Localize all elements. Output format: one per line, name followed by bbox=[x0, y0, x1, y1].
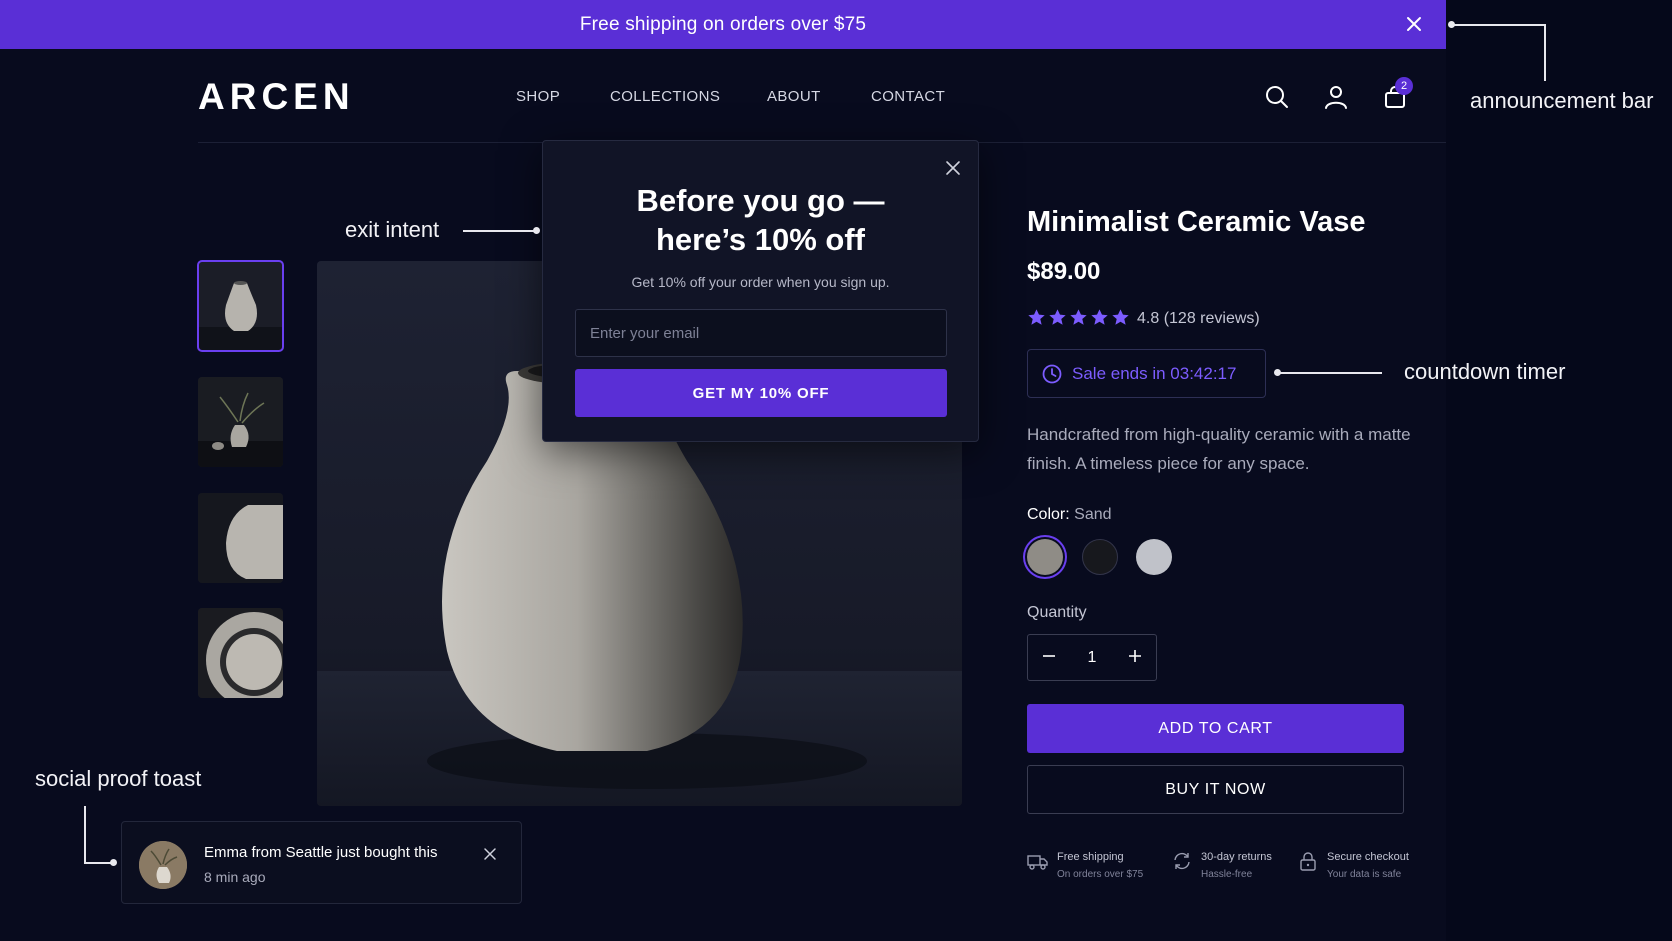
social-proof-toast: Emma from Seattle just bought this 8 min… bbox=[121, 821, 522, 904]
refresh-icon bbox=[1174, 852, 1190, 870]
product-description: Handcrafted from high-quality ceramic wi… bbox=[1027, 425, 1411, 473]
feature-title: 30-day returns bbox=[1201, 851, 1272, 863]
toast-time: 8 min ago bbox=[204, 869, 266, 885]
color-value: Sand bbox=[1074, 506, 1112, 523]
quantity-value[interactable]: 1 bbox=[1088, 649, 1097, 667]
close-icon[interactable] bbox=[482, 846, 498, 862]
rating-text[interactable]: 4.8 (128 reviews) bbox=[1137, 310, 1260, 328]
close-icon[interactable] bbox=[1404, 14, 1424, 34]
annotation-line bbox=[84, 806, 86, 864]
color-label: Color: Sand bbox=[1027, 506, 1112, 524]
product-price: $89.00 bbox=[1027, 258, 1101, 285]
color-label-key: Color: bbox=[1027, 506, 1070, 523]
exit-intent-popup: Before you go — here’s 10% off Get 10% o… bbox=[542, 140, 979, 442]
plus-icon bbox=[1129, 650, 1141, 662]
star-icon bbox=[1112, 309, 1129, 325]
star-icon bbox=[1049, 309, 1066, 325]
popup-title-line-1: Before you go — bbox=[636, 183, 885, 218]
get-discount-button[interactable]: GET MY 10% OFF bbox=[575, 369, 947, 417]
feature-subtitle: Hassle-free bbox=[1201, 869, 1253, 880]
vase-closeup-thumbnail-image bbox=[198, 493, 283, 583]
clock-icon bbox=[1042, 364, 1062, 383]
truck-icon bbox=[1027, 855, 1048, 870]
annotation-label: announcement bar bbox=[1470, 88, 1654, 113]
avatar bbox=[139, 841, 187, 889]
product-title: Minimalist Ceramic Vase bbox=[1027, 206, 1366, 238]
swatch-light-gray[interactable] bbox=[1136, 539, 1172, 575]
annotation-line bbox=[1452, 24, 1546, 26]
feature-subtitle: On orders over $75 bbox=[1057, 869, 1144, 880]
annotation-label: social proof toast bbox=[35, 766, 202, 791]
annotation-label: exit intent bbox=[345, 217, 440, 242]
annotation-dot bbox=[533, 227, 540, 234]
popup-subtitle: Get 10% off your order when you sign up. bbox=[631, 274, 890, 290]
thumbnail-1[interactable] bbox=[197, 260, 284, 352]
announcement-bar: Free shipping on orders over $75 bbox=[0, 0, 1446, 49]
annotation-dot bbox=[110, 859, 117, 866]
feature-secure-checkout: Secure checkout Your data is safe bbox=[1297, 848, 1409, 884]
popup-title: Before you go — here’s 10% off bbox=[543, 181, 978, 259]
quantity-label: Quantity bbox=[1027, 604, 1087, 621]
storefront-page: Free shipping on orders over $75 ARCEN S… bbox=[0, 0, 1446, 941]
annotation-line bbox=[1278, 372, 1382, 374]
star-icon bbox=[1070, 309, 1087, 325]
swatch-black[interactable] bbox=[1082, 539, 1118, 575]
vase-thumbnail-image bbox=[198, 261, 283, 351]
thumbnail-2[interactable] bbox=[198, 377, 283, 467]
swatch-sand[interactable] bbox=[1027, 539, 1063, 575]
toast-message: Emma from Seattle just bought this bbox=[204, 844, 438, 861]
feature-title: Secure checkout bbox=[1327, 851, 1409, 863]
annotation-line bbox=[463, 230, 535, 232]
star-icon bbox=[1091, 309, 1108, 325]
rating-stars bbox=[1027, 308, 1130, 327]
thumbnail-3[interactable] bbox=[198, 493, 283, 583]
feature-title: Free shipping bbox=[1057, 851, 1124, 863]
search-icon[interactable] bbox=[1264, 84, 1290, 110]
countdown-text: Sale ends in 03:42:17 bbox=[1072, 363, 1237, 383]
announcement-text: Free shipping on orders over $75 bbox=[579, 13, 867, 35]
email-field[interactable] bbox=[575, 309, 947, 357]
annotation-line bbox=[1544, 24, 1546, 81]
account-icon[interactable] bbox=[1323, 84, 1349, 110]
close-icon[interactable] bbox=[944, 159, 962, 177]
increment-button[interactable] bbox=[1128, 646, 1142, 669]
feature-subtitle: Your data is safe bbox=[1327, 869, 1402, 880]
popup-title-line-2: here’s 10% off bbox=[655, 222, 866, 257]
feature-free-shipping: Free shipping On orders over $75 bbox=[1027, 848, 1143, 884]
feature-returns: 30-day returns Hassle-free bbox=[1171, 848, 1272, 884]
nav-item-contact[interactable]: CONTACT bbox=[871, 88, 945, 105]
star-icon bbox=[1028, 309, 1045, 325]
vase-top-thumbnail-image bbox=[198, 608, 283, 698]
brand-logo[interactable]: ARCEN bbox=[198, 76, 355, 118]
nav-item-shop[interactable]: SHOP bbox=[516, 88, 560, 105]
lock-icon bbox=[1300, 852, 1316, 871]
quantity-stepper: 1 bbox=[1027, 634, 1157, 681]
vase-avatar-image bbox=[139, 841, 187, 889]
nav-item-about[interactable]: ABOUT bbox=[767, 88, 821, 105]
annotation-label: countdown timer bbox=[1404, 359, 1566, 384]
minus-icon bbox=[1043, 655, 1055, 657]
nav-item-collections[interactable]: COLLECTIONS bbox=[610, 88, 720, 105]
buy-now-button[interactable]: BUY IT NOW bbox=[1027, 765, 1404, 814]
decrement-button[interactable] bbox=[1042, 646, 1056, 669]
thumbnail-4[interactable] bbox=[198, 608, 283, 698]
countdown-timer: Sale ends in 03:42:17 bbox=[1027, 349, 1266, 398]
add-to-cart-button[interactable]: ADD TO CART bbox=[1027, 704, 1404, 753]
vase-branches-thumbnail-image bbox=[198, 377, 283, 467]
cart-count-badge: 2 bbox=[1395, 77, 1413, 95]
